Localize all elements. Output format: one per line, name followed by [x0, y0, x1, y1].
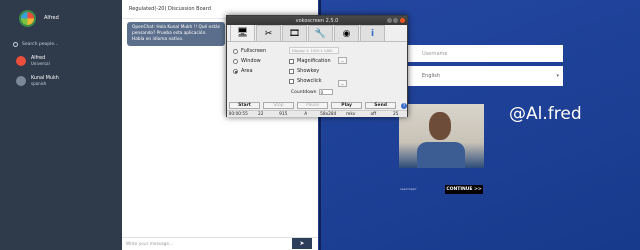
control-buttons: Start Stop Pause Play Send ?: [229, 102, 407, 109]
window-titlebar[interactable]: vokoscreen 2.5.0: [227, 16, 407, 25]
contact-item[interactable]: Kunal Mukh spanish: [0, 73, 122, 89]
status-audio-state: off: [370, 111, 377, 117]
screen-options: Fullscreen Window Area Display 1: 1920 x…: [230, 44, 406, 101]
webcam-icon: ◉: [342, 28, 351, 39]
showclick-settings-button[interactable]: ...: [338, 80, 347, 87]
mode-label: Window: [241, 58, 261, 64]
status-time: 00:00:55: [228, 111, 248, 117]
option-label: Showclick: [297, 78, 322, 84]
status-frames: 915: [279, 111, 288, 117]
contact-avatar: [16, 76, 26, 86]
webcam-face: [429, 112, 451, 140]
user-name: Alfred: [44, 15, 59, 21]
contact-avatar: [16, 56, 26, 66]
status-format: mkv: [346, 111, 356, 117]
help-icon[interactable]: ?: [401, 102, 407, 109]
contact-item[interactable]: Alfred Universal: [0, 53, 122, 69]
message-input[interactable]: Write your message...: [122, 237, 318, 250]
mode-window[interactable]: Window: [233, 58, 261, 64]
tab-webcam[interactable]: ◉: [334, 25, 359, 41]
play-button[interactable]: Play: [331, 102, 363, 109]
tab-video[interactable]: 🎞: [282, 25, 307, 41]
status-fps: 22: [258, 111, 264, 117]
need-help-link[interactable]: need help?: [400, 187, 417, 191]
search-input[interactable]: Search people...: [6, 40, 116, 49]
mode-label: Area: [241, 68, 253, 74]
checkbox-icon: [289, 58, 294, 64]
search-placeholder: Search people...: [22, 42, 59, 47]
status-framerate: 25: [393, 111, 399, 117]
option-showclick[interactable]: Showclick: [289, 78, 322, 84]
tab-screen[interactable]: 🖥: [230, 24, 255, 41]
countdown-label: Countdown: [291, 89, 317, 95]
chevron-down-icon: ▾: [556, 73, 559, 79]
webcam-body: [417, 142, 465, 168]
vokoscreen-window: vokoscreen 2.5.0 🖥 ✂ 🎞 🔧 ◉ i Fullscreen …: [226, 15, 408, 117]
pause-button[interactable]: Pause: [297, 102, 329, 109]
stop-button[interactable]: Stop: [263, 102, 295, 109]
username-field[interactable]: Username: [400, 45, 563, 62]
info-icon: i: [370, 28, 375, 39]
search-icon: [13, 42, 18, 47]
mode-fullscreen[interactable]: Fullscreen: [233, 48, 266, 54]
tab-info[interactable]: i: [360, 25, 385, 41]
screen-icon: 🖥: [236, 28, 249, 38]
option-label: Magnification: [297, 58, 331, 64]
avatar[interactable]: [19, 9, 36, 27]
countdown-spinbox[interactable]: 0: [318, 89, 333, 95]
status-bar: 00:00:55 22 915 A 58x284 mkv off 25: [227, 110, 407, 117]
countdown: Countdown 0: [291, 89, 333, 95]
tab-settings[interactable]: 🔧: [308, 25, 333, 41]
send-button[interactable]: Send: [365, 102, 397, 109]
start-button[interactable]: Start: [229, 102, 261, 109]
radio-icon: [233, 58, 238, 64]
maximize-button[interactable]: [393, 18, 398, 23]
status-audio: A: [304, 111, 308, 117]
radio-selected-icon: [233, 68, 238, 74]
minimize-button[interactable]: [387, 18, 392, 23]
continue-button[interactable]: CONTINUE >>: [445, 185, 483, 194]
webcam-preview: [399, 104, 484, 168]
tab-tools[interactable]: ✂: [256, 25, 281, 41]
language-select[interactable]: English ▾: [400, 66, 563, 86]
mode-label: Fullscreen: [241, 48, 267, 54]
settings-icon: 🔧: [314, 28, 327, 39]
contact-subtitle: spanish: [31, 81, 47, 87]
window-title: vokoscreen 2.5.0: [295, 17, 339, 24]
video-icon: 🎞: [288, 28, 301, 39]
send-button[interactable]: ➤: [292, 238, 312, 249]
status-size: 58x284: [320, 111, 337, 117]
checkbox-icon: [289, 78, 294, 84]
user-handle: @Al.fred: [509, 104, 582, 124]
language-value: English: [422, 73, 441, 79]
tab-bar: 🖥 ✂ 🎞 🔧 ◉ i: [227, 24, 407, 42]
sidebar-header: Alfred: [0, 0, 122, 36]
radio-icon: [233, 48, 238, 54]
tools-icon: ✂: [264, 28, 273, 39]
display-select[interactable]: Display 1: 1920 x 1080: [289, 47, 339, 54]
contact-subtitle: Universal: [31, 61, 50, 67]
mode-area[interactable]: Area: [233, 68, 253, 74]
chat-message: OpenChat: Hola Kunal Mukh !! Qué estás p…: [127, 22, 225, 46]
option-showkey[interactable]: Showkey: [289, 68, 319, 74]
option-magnification[interactable]: Magnification: [289, 58, 331, 64]
option-label: Showkey: [297, 68, 320, 74]
chat-sidebar: Alfred Search people... Alfred Universal…: [0, 0, 122, 250]
magnification-settings-button[interactable]: ...: [338, 57, 347, 64]
close-button[interactable]: [400, 18, 405, 23]
checkbox-icon: [289, 68, 294, 74]
send-icon: ➤: [299, 240, 305, 247]
